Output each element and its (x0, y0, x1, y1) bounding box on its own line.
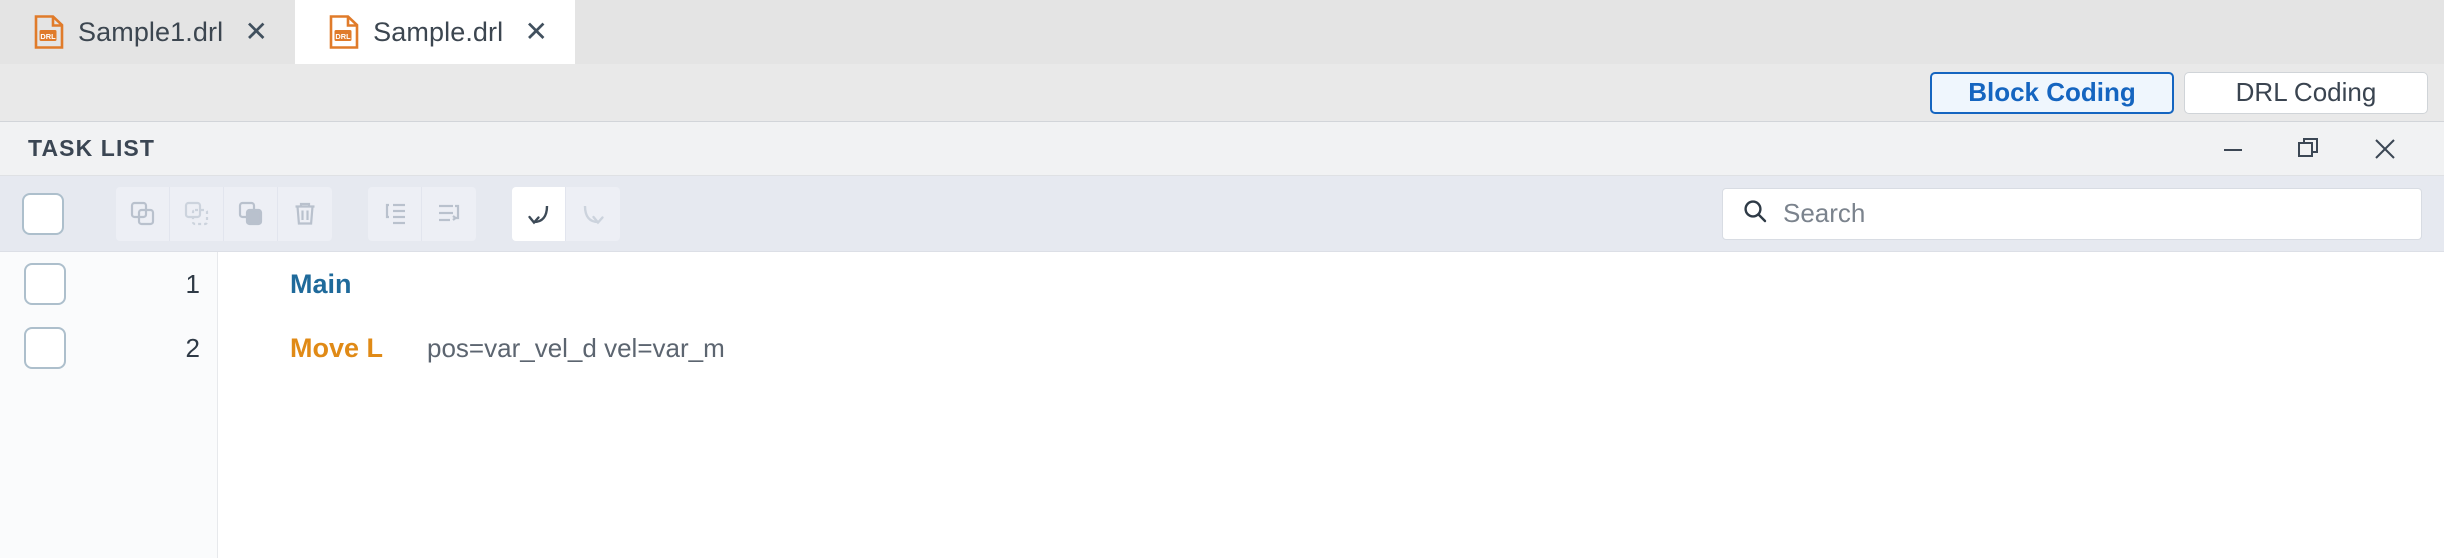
task-list-body: 1 Main 2 Move L pos=var_vel_d vel=var_m (0, 252, 2444, 558)
row-content: Main (218, 269, 352, 300)
indent-button-group (368, 186, 476, 241)
drl-file-icon: DRL (34, 15, 64, 49)
tab-sample-drl[interactable]: DRL Sample.drl ✕ (295, 0, 576, 64)
row-number: 2 (185, 332, 200, 363)
svg-text:DRL: DRL (40, 32, 56, 41)
drl-coding-button[interactable]: DRL Coding (2184, 71, 2428, 114)
delete-icon[interactable] (278, 186, 332, 241)
row-parameters: pos=var_vel_d vel=var_m (427, 332, 725, 363)
tab-bar: DRL Sample1.drl ✕ DRL Sample.drl ✕ (0, 0, 2444, 64)
block-coding-button[interactable]: Block Coding (1930, 71, 2174, 114)
task-list-panel-header: TASK LIST (0, 122, 2444, 176)
task-rows: 1 Main 2 Move L pos=var_vel_d vel=var_m (0, 252, 2444, 558)
table-row[interactable]: 1 Main (0, 252, 2444, 316)
row-checkbox[interactable] (24, 327, 66, 369)
tab-close-icon[interactable]: ✕ (243, 18, 269, 46)
undo-icon[interactable] (512, 186, 566, 241)
search-box[interactable] (1722, 187, 2422, 240)
indent-icon[interactable] (368, 186, 422, 241)
row-content: Move L pos=var_vel_d vel=var_m (218, 333, 725, 364)
redo-icon[interactable] (566, 186, 620, 241)
tab-sample1-drl[interactable]: DRL Sample1.drl ✕ (0, 0, 296, 64)
table-row[interactable]: 2 Move L pos=var_vel_d vel=var_m (0, 316, 2444, 380)
outdent-icon[interactable] (422, 186, 476, 241)
restore-icon[interactable] (2288, 128, 2330, 170)
minimize-icon[interactable] (2212, 128, 2254, 170)
close-icon[interactable] (2364, 128, 2406, 170)
svg-text:DRL: DRL (336, 32, 352, 41)
row-command: Main (290, 268, 352, 299)
drl-file-icon: DRL (329, 15, 359, 49)
page-title: TASK LIST (28, 135, 156, 161)
paste-icon[interactable] (224, 186, 278, 241)
row-number: 1 (185, 268, 200, 299)
row-checkbox[interactable] (24, 263, 66, 305)
cut-icon[interactable] (170, 186, 224, 241)
coding-mode-segmented-control: Block Coding DRL Coding (1930, 71, 2428, 114)
search-input[interactable] (1783, 198, 2403, 229)
tab-close-icon[interactable]: ✕ (523, 18, 549, 46)
mode-toggle-bar: Block Coding DRL Coding (0, 64, 2444, 122)
task-toolbar (0, 176, 2444, 252)
window-controls (2212, 128, 2422, 170)
row-command: Move L (290, 332, 384, 363)
select-all-checkbox[interactable] (22, 192, 64, 235)
search-icon (1741, 197, 1769, 230)
clipboard-button-group (116, 186, 332, 241)
tab-label: Sample1.drl (78, 16, 224, 47)
copy-icon[interactable] (116, 186, 170, 241)
tab-label: Sample.drl (373, 16, 504, 47)
history-button-group (512, 186, 620, 241)
